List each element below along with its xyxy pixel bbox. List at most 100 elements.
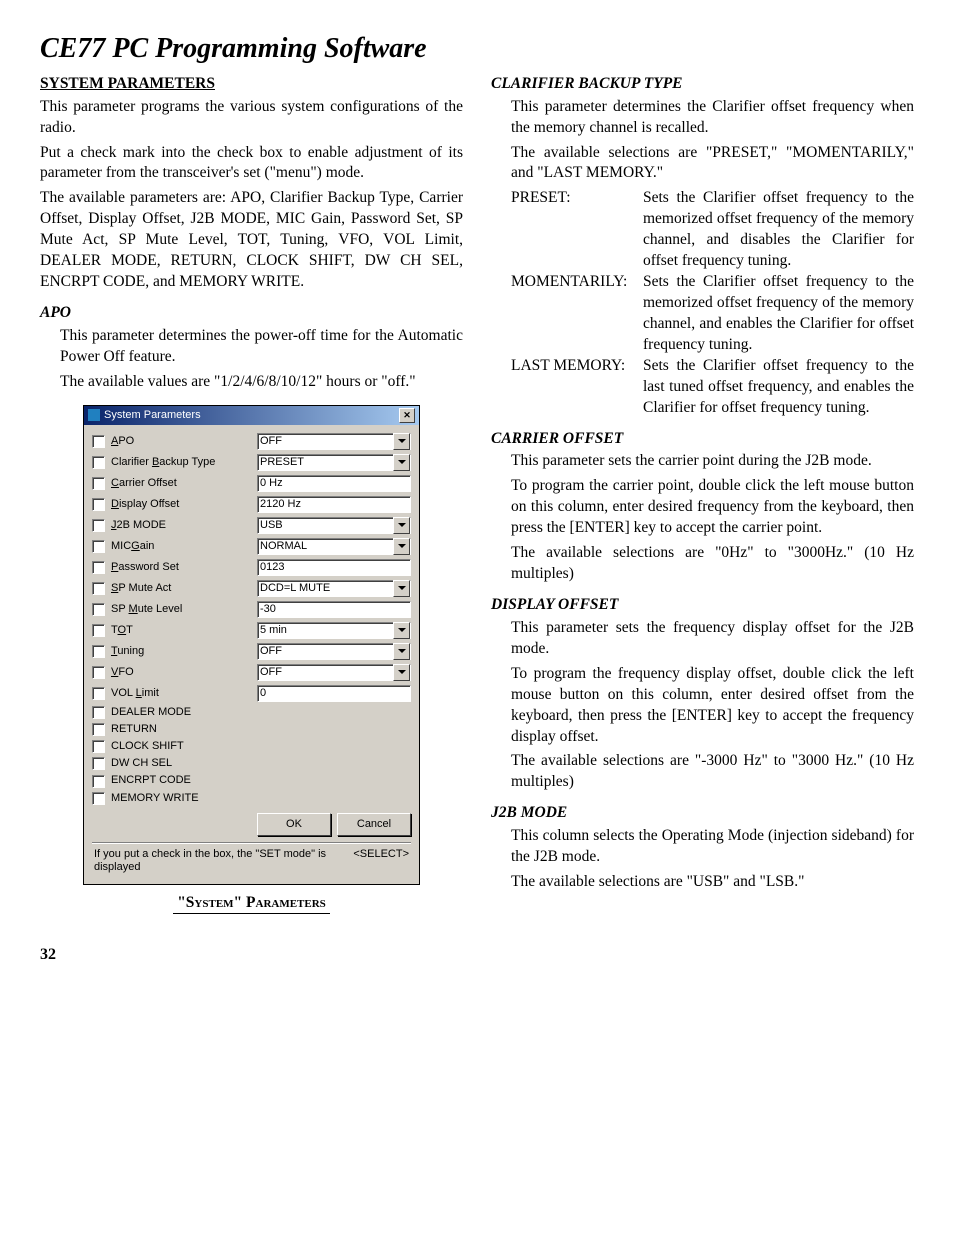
parameter-row: Password Set0123	[92, 559, 411, 576]
checkbox[interactable]	[92, 723, 105, 736]
dropdown-field[interactable]: NORMAL	[257, 538, 411, 555]
parameter-row: TOT5 min	[92, 622, 411, 639]
page-title: CE77 PC Programming Software	[40, 30, 914, 68]
cancel-button[interactable]: Cancel	[337, 813, 411, 836]
checkbox[interactable]	[92, 477, 105, 490]
chevron-down-icon[interactable]	[393, 433, 410, 450]
body-text: This parameter programs the various syst…	[40, 97, 463, 139]
text-field[interactable]: -30	[257, 601, 411, 618]
parameter-label: MICGain	[111, 540, 251, 553]
checkbox[interactable]	[92, 645, 105, 658]
checkbox[interactable]	[92, 456, 105, 469]
body-text: This parameter sets the carrier point du…	[511, 451, 914, 472]
dropdown-field[interactable]: DCD=L MUTE	[257, 580, 411, 597]
body-text: This parameter determines the Clarifier …	[511, 97, 914, 139]
text-field[interactable]: 0 Hz	[257, 475, 411, 492]
parameter-row: SP Mute Level -30	[92, 601, 411, 618]
chevron-down-icon[interactable]	[393, 643, 410, 660]
right-column: CLARIFIER BACKUP TYPE This parameter det…	[491, 74, 914, 914]
text-field[interactable]: 0123	[257, 559, 411, 576]
parameter-row: VOL Limit 0	[92, 685, 411, 702]
checkbox[interactable]	[92, 603, 105, 616]
parameter-label: Carrier Offset	[111, 477, 251, 490]
checkbox[interactable]	[92, 561, 105, 574]
parameter-label: MEMORY WRITE	[111, 792, 251, 805]
dropdown-field[interactable]: OFF	[257, 664, 411, 681]
checkbox[interactable]	[92, 666, 105, 679]
page-number: 32	[40, 944, 914, 966]
parameter-label: SP Mute Level	[111, 603, 251, 616]
parameter-row: MEMORY WRITE	[92, 792, 411, 805]
subheading-carrier-offset: CARRIER OFFSET	[491, 429, 914, 450]
checkbox[interactable]	[92, 792, 105, 805]
checkbox[interactable]	[92, 775, 105, 788]
parameter-label: APO	[111, 435, 251, 448]
text-field[interactable]: 2120 Hz	[257, 496, 411, 513]
parameter-row: RETURN	[92, 723, 411, 736]
chevron-down-icon[interactable]	[393, 580, 410, 597]
parameter-label: ENCRPT CODE	[111, 774, 251, 787]
parameter-label: CLOCK SHIFT	[111, 740, 251, 753]
parameter-label: Display Offset	[111, 498, 251, 511]
parameter-label: DW CH SEL	[111, 757, 251, 770]
body-text: This parameter sets the frequency displa…	[511, 618, 914, 660]
body-text: To program the frequency display offset,…	[511, 664, 914, 748]
left-column: SYSTEM PARAMETERS This parameter program…	[40, 74, 463, 914]
app-icon	[88, 409, 100, 421]
parameter-row: MICGain NORMAL	[92, 538, 411, 555]
body-text: Put a check mark into the check box to e…	[40, 143, 463, 185]
parameter-row: DEALER MODE	[92, 706, 411, 719]
definition-label: LAST MEMORY:	[511, 356, 643, 419]
parameter-label: DEALER MODE	[111, 706, 251, 719]
subheading-apo: APO	[40, 303, 463, 324]
checkbox[interactable]	[92, 624, 105, 637]
parameter-label: Clarifier Backup Type	[111, 456, 251, 469]
body-text: To program the carrier point, double cli…	[511, 476, 914, 539]
chevron-down-icon[interactable]	[393, 517, 410, 534]
parameter-row: Clarifier Backup Type PRESET	[92, 454, 411, 471]
checkbox[interactable]	[92, 435, 105, 448]
parameter-row: TuningOFF	[92, 643, 411, 660]
figure-caption: "System" Parameters	[40, 893, 463, 914]
checkbox[interactable]	[92, 540, 105, 553]
status-text: If you put a check in the box, the "SET …	[94, 848, 353, 874]
chevron-down-icon[interactable]	[393, 454, 410, 471]
parameter-label: VOL Limit	[111, 687, 251, 700]
section-heading: SYSTEM PARAMETERS	[40, 74, 463, 95]
parameter-row: ENCRPT CODE	[92, 774, 411, 787]
parameter-label: VFO	[111, 666, 251, 679]
checkbox[interactable]	[92, 498, 105, 511]
ok-button[interactable]: OK	[257, 813, 331, 836]
close-icon[interactable]: ✕	[399, 408, 415, 423]
checkbox[interactable]	[92, 687, 105, 700]
parameter-row: SP Mute ActDCD=L MUTE	[92, 580, 411, 597]
body-text: The available selections are "PRESET," "…	[511, 143, 914, 185]
chevron-down-icon[interactable]	[393, 538, 410, 555]
subheading-j2b: J2B MODE	[491, 803, 914, 824]
dropdown-field[interactable]: USB	[257, 517, 411, 534]
dropdown-field[interactable]: OFF	[257, 433, 411, 450]
chevron-down-icon[interactable]	[393, 664, 410, 681]
body-text: This parameter determines the power-off …	[60, 326, 463, 368]
parameter-row: J2B MODE USB	[92, 517, 411, 534]
body-text: The available values are "1/2/4/6/8/10/1…	[60, 372, 463, 393]
parameter-row: VFO OFF	[92, 664, 411, 681]
definition-text: Sets the Clarifier offset frequency to t…	[643, 188, 914, 272]
dialog-titlebar[interactable]: System Parameters ✕	[84, 406, 419, 425]
definition-row: MOMENTARILY:Sets the Clarifier offset fr…	[491, 272, 914, 356]
checkbox[interactable]	[92, 740, 105, 753]
checkbox[interactable]	[92, 519, 105, 532]
body-text: This column selects the Operating Mode (…	[511, 826, 914, 868]
body-text: The available selections are "USB" and "…	[511, 872, 914, 893]
checkbox[interactable]	[92, 706, 105, 719]
dropdown-field[interactable]: PRESET	[257, 454, 411, 471]
checkbox[interactable]	[92, 582, 105, 595]
dropdown-field[interactable]: 5 min	[257, 622, 411, 639]
dropdown-field[interactable]: OFF	[257, 643, 411, 660]
definition-row: LAST MEMORY:Sets the Clarifier offset fr…	[491, 356, 914, 419]
chevron-down-icon[interactable]	[393, 622, 410, 639]
text-field[interactable]: 0	[257, 685, 411, 702]
parameter-label: J2B MODE	[111, 519, 251, 532]
checkbox[interactable]	[92, 757, 105, 770]
parameter-row: DW CH SEL	[92, 757, 411, 770]
